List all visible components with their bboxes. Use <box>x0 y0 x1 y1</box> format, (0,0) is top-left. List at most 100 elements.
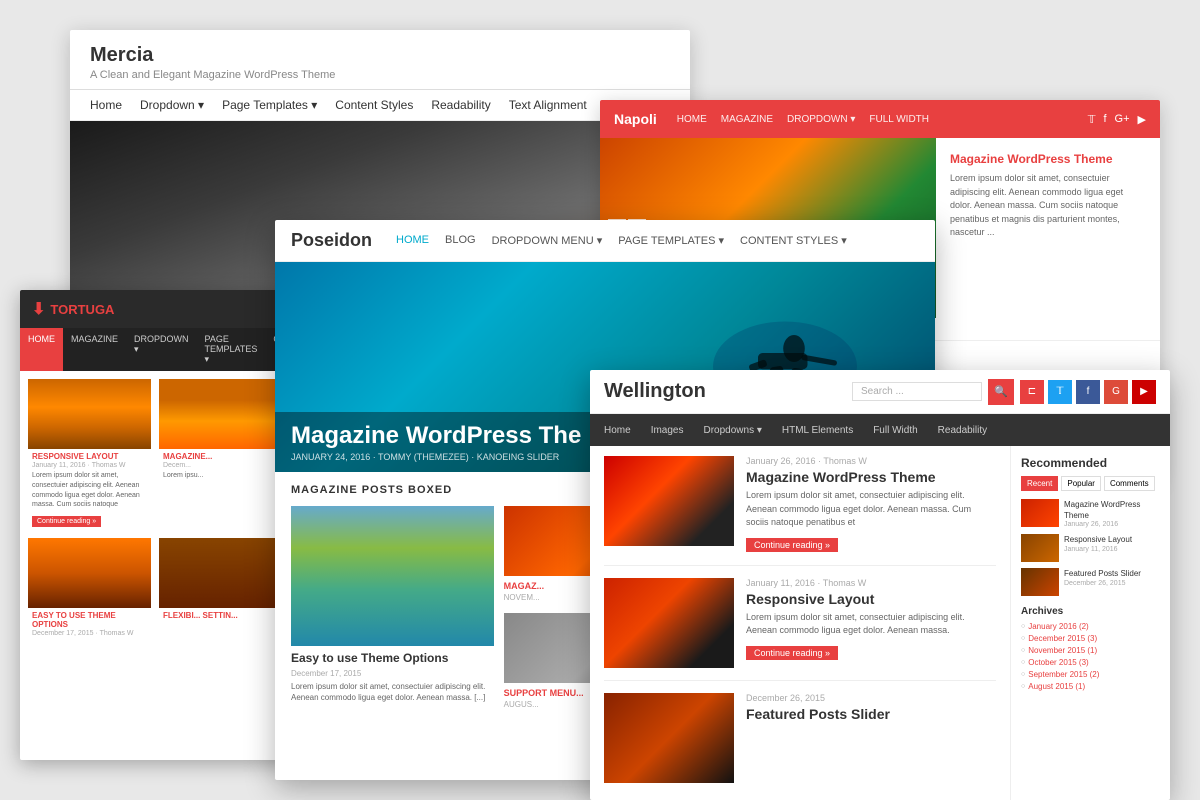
mercia-nav-templates[interactable]: Page Templates ▾ <box>222 98 317 112</box>
napoli-nav-home[interactable]: HOME <box>677 114 707 125</box>
wellington-article-2-content: January 11, 2016 · Thomas W Responsive L… <box>746 578 996 668</box>
wellington-article-1-image <box>604 456 734 546</box>
wellington-article-2-read-more[interactable]: Continue reading » <box>746 646 838 660</box>
wellington-archive-aug2015[interactable]: August 2015 (1) <box>1021 682 1160 691</box>
wellington-sidebar-tabs: Recent Popular Comments <box>1021 476 1160 491</box>
tortuga-card-2-image <box>159 379 282 449</box>
wellington-archive-dec2015[interactable]: December 2015 (3) <box>1021 634 1160 643</box>
wellington-twitter-icon[interactable]: 𝕋 <box>1048 380 1072 404</box>
napoli-social-icons: 𝕋 f G+ ▶ <box>1088 113 1146 126</box>
wellington-article-2: January 11, 2016 · Thomas W Responsive L… <box>604 578 996 681</box>
poseidon-nav: Poseidon HOME BLOG DROPDOWN MENU ▾ PAGE … <box>275 220 935 262</box>
mercia-nav-content[interactable]: Content Styles <box>335 98 413 112</box>
wellington-search-input[interactable]: Search ... <box>852 382 982 401</box>
tortuga-card-4-image <box>159 538 282 608</box>
wellington-article-2-meta: January 11, 2016 · Thomas W <box>746 578 996 588</box>
poseidon-nav-content[interactable]: CONTENT STYLES ▾ <box>740 234 847 247</box>
poseidon-nav-templates[interactable]: PAGE TEMPLATES ▾ <box>618 234 724 247</box>
tortuga-nav-templates[interactable]: PAGE TEMPLATES ▾ <box>197 328 266 371</box>
tortuga-brand: TORTUGA <box>50 302 114 317</box>
wellington-social-icons: ⊏ 𝕋 f G ▶ <box>1020 380 1156 404</box>
wellington-tab-popular[interactable]: Popular <box>1061 476 1101 491</box>
wellington-brand: Wellington <box>604 380 852 403</box>
mercia-nav-readability[interactable]: Readability <box>431 98 490 112</box>
tortuga-nav-magazine[interactable]: MAGAZINE <box>63 328 126 371</box>
wellington-tab-comments[interactable]: Comments <box>1104 476 1155 491</box>
wellington-nav-bar: Home Images Dropdowns ▾ HTML Elements Fu… <box>590 414 1170 446</box>
wellington-article-1-meta: January 26, 2016 · Thomas W <box>746 456 996 466</box>
poseidon-nav-dropdown[interactable]: DROPDOWN MENU ▾ <box>492 234 603 247</box>
wellington-youtube-icon[interactable]: ▶ <box>1132 380 1156 404</box>
wellington-article-1-content: January 26, 2016 · Thomas W Magazine Wor… <box>746 456 996 553</box>
napoli-nav-magazine[interactable]: MAGAZINE <box>721 114 773 125</box>
tortuga-card-1-date: January 11, 2016 <box>32 462 86 469</box>
tortuga-nav-home[interactable]: HOME <box>20 328 63 371</box>
tortuga-card-2-text: Lorem ipsu... <box>159 471 282 481</box>
wellington-rec-1: Magazine WordPress Theme January 26, 201… <box>1021 499 1160 528</box>
poseidon-nav-blog[interactable]: BLOG <box>445 234 476 247</box>
wellington-nav-dropdowns[interactable]: Dropdowns ▾ <box>703 425 761 436</box>
tortuga-card-3-meta: December 17, 2015 · Thomas W <box>28 630 151 639</box>
wellington-nav-html[interactable]: HTML Elements <box>782 425 853 436</box>
wellington-search-text: Search ... <box>861 386 904 397</box>
wellington-body: January 26, 2016 · Thomas W Magazine Wor… <box>590 446 1170 800</box>
wellington-rec-2-date: January 11, 2016 <box>1064 546 1132 553</box>
wellington-article-3-content: December 26, 2015 Featured Posts Slider <box>746 693 890 783</box>
napoli-nav-links: HOME MAGAZINE DROPDOWN ▾ FULL WIDTH <box>677 114 929 125</box>
tortuga-nav-dropdown[interactable]: DROPDOWN ▾ <box>126 328 197 371</box>
mercia-nav-home[interactable]: Home <box>90 98 122 112</box>
tortuga-header: ⬇ TORTUGA <box>20 290 290 328</box>
poseidon-easy-date: December 17, 2015 <box>291 669 494 678</box>
wellington-archive-nov2015[interactable]: November 2015 (1) <box>1021 646 1160 655</box>
wellington-nav-readability[interactable]: Readability <box>938 425 987 436</box>
napoli-facebook-icon: f <box>1103 113 1106 126</box>
wellington-archive-jan2016[interactable]: January 2016 (2) <box>1021 622 1160 631</box>
tortuga-card-2: MAGAZINE... Decem... Lorem ipsu... <box>159 379 282 530</box>
poseidon-brand: Poseidon <box>291 230 372 251</box>
wellington-rec-1-text-wrap: Magazine WordPress Theme January 26, 201… <box>1064 499 1160 528</box>
wellington-article-1-read-more[interactable]: Continue reading » <box>746 538 838 552</box>
wellington-rss-icon[interactable]: ⊏ <box>1020 380 1044 404</box>
wellington-rec-1-image <box>1021 499 1059 527</box>
wellington-article-2-text: Lorem ipsum dolor sit amet, consectuier … <box>746 611 996 638</box>
wellington-rec-3-title: Featured Posts Slider <box>1064 568 1141 579</box>
napoli-hero-title: Magazine WordPress Theme <box>950 152 1146 166</box>
mercia-header: ⊏ 𝕋 f ▶ Mercia A Clean and Elegant Magaz… <box>70 30 690 90</box>
wellington-article-3-meta: December 26, 2015 <box>746 693 890 703</box>
napoli-nav-dropdown[interactable]: DROPDOWN ▾ <box>787 114 855 125</box>
wellington-rec-3-text-wrap: Featured Posts Slider December 26, 2015 <box>1064 568 1141 596</box>
wellington-nav-home[interactable]: Home <box>604 425 631 436</box>
wellington-rec-2-title: Responsive Layout <box>1064 534 1132 545</box>
wellington-article-3-title: Featured Posts Slider <box>746 706 890 722</box>
mercia-nav-alignment[interactable]: Text Alignment <box>509 98 587 112</box>
mercia-nav-dropdown[interactable]: Dropdown ▾ <box>140 98 204 112</box>
wellington-rec-2: Responsive Layout January 11, 2016 <box>1021 534 1160 562</box>
wellington-archive-oct2015[interactable]: October 2015 (3) <box>1021 658 1160 667</box>
tortuga-card-3-author: Thomas W <box>100 630 134 637</box>
tortuga-nav: HOME MAGAZINE DROPDOWN ▾ PAGE TEMPLATES … <box>20 328 290 371</box>
wellington-search-button[interactable]: 🔍 <box>988 379 1014 405</box>
wellington-sidebar-title: Recommended <box>1021 456 1160 470</box>
tortuga-card-2-meta: Decem... <box>159 462 282 471</box>
wellington-archives: Archives January 2016 (2) December 2015 … <box>1021 606 1160 691</box>
wellington-main: January 26, 2016 · Thomas W Magazine Wor… <box>590 446 1010 800</box>
wellington-archive-sep2015[interactable]: September 2015 (2) <box>1021 670 1160 679</box>
tortuga-card-1-label: RESPONSIVE LAYOUT <box>28 449 151 462</box>
poseidon-nav-home[interactable]: HOME <box>396 234 429 247</box>
tortuga-card-3: EASY TO USE THEME OPTIONS December 17, 2… <box>28 538 151 639</box>
wellington-gplus-icon[interactable]: G <box>1104 380 1128 404</box>
wellington-facebook-icon[interactable]: f <box>1076 380 1100 404</box>
wellington-rec-1-date: January 26, 2016 <box>1064 521 1160 528</box>
wellington-article-1-title: Magazine WordPress Theme <box>746 469 996 485</box>
napoli-hero-desc: Lorem ipsum dolor sit amet, consectuier … <box>950 172 1146 240</box>
wellington-tab-recent[interactable]: Recent <box>1021 476 1058 491</box>
napoli-nav: Napoli HOME MAGAZINE DROPDOWN ▾ FULL WID… <box>600 100 1160 138</box>
napoli-youtube-icon: ▶ <box>1138 113 1146 126</box>
wellington-rec-3-date: December 26, 2015 <box>1064 580 1141 587</box>
napoli-nav-fullwidth[interactable]: FULL WIDTH <box>869 114 929 125</box>
wellington-nav-fullwidth[interactable]: Full Width <box>873 425 917 436</box>
tortuga-card-1-meta: January 11, 2016 · Thomas W <box>28 462 151 471</box>
tortuga-card-1-read[interactable]: Continue reading » <box>32 516 101 527</box>
wellington-nav-images[interactable]: Images <box>651 425 684 436</box>
mercia-nav: Home Dropdown ▾ Page Templates ▾ Content… <box>70 90 690 121</box>
